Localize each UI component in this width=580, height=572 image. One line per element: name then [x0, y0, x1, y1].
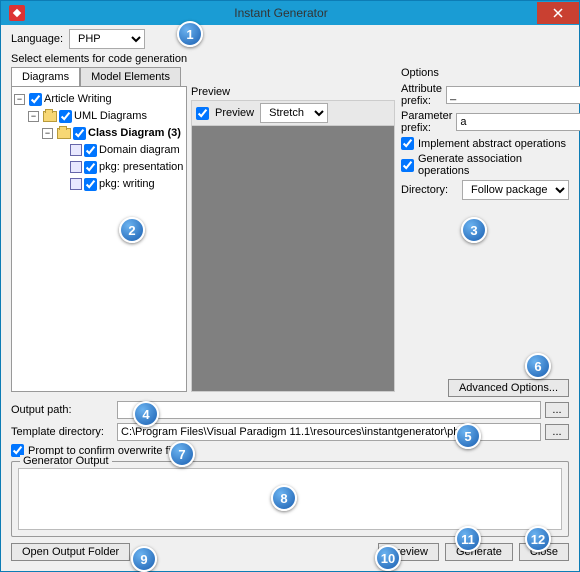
generator-output-group: Generator Output	[11, 461, 569, 537]
app-icon	[9, 5, 25, 21]
output-path-label: Output path:	[11, 404, 113, 416]
language-select[interactable]: PHP	[69, 29, 145, 49]
tree-label: UML Diagrams	[74, 108, 147, 124]
close-icon	[553, 8, 563, 18]
directory-select[interactable]: Follow package	[462, 180, 569, 200]
generator-output-label: Generator Output	[20, 455, 112, 467]
output-path-browse-button[interactable]: ...	[545, 402, 569, 418]
advanced-options-button[interactable]: Advanced Options...	[448, 379, 569, 397]
tree-expander[interactable]: −	[42, 128, 53, 139]
tree-check-writing[interactable]	[84, 178, 97, 191]
output-path-input[interactable]	[117, 401, 541, 419]
window-close-button[interactable]	[537, 2, 579, 24]
tree-label: Article Writing	[44, 91, 112, 107]
generate-button[interactable]: Generate	[445, 543, 513, 561]
language-label: Language:	[11, 33, 63, 45]
tree-expander[interactable]: −	[28, 111, 39, 122]
element-tabs: Diagrams Model Elements	[11, 67, 395, 86]
gen-assoc-check[interactable]	[401, 159, 414, 172]
tree-check-uml[interactable]	[59, 110, 72, 123]
tree-check-domain[interactable]	[84, 144, 97, 157]
open-output-folder-button[interactable]: Open Output Folder	[11, 543, 130, 561]
tab-model-elements[interactable]: Model Elements	[80, 67, 181, 86]
template-dir-label: Template directory:	[11, 426, 113, 438]
tree-label: Domain diagram	[99, 142, 180, 158]
attr-prefix-input[interactable]	[446, 86, 580, 104]
tree-label: pkg: writing	[99, 176, 155, 192]
tree-check-class[interactable]	[73, 127, 86, 140]
gen-assoc-label: Generate association operations	[418, 153, 569, 177]
preview-checkbox[interactable]	[196, 107, 209, 120]
generator-output-area	[18, 468, 562, 530]
template-dir-browse-button[interactable]: ...	[545, 424, 569, 440]
folder-icon	[43, 111, 57, 122]
preview-stretch-select[interactable]: Stretch	[260, 103, 328, 123]
tab-diagrams[interactable]: Diagrams	[11, 67, 80, 86]
directory-label: Directory:	[401, 184, 458, 196]
instant-generator-window: Instant Generator Language: PHP Select e…	[0, 0, 580, 572]
preview-button[interactable]: Preview	[378, 543, 439, 561]
tree-check-article[interactable]	[29, 93, 42, 106]
tree-label: pkg: presentation	[99, 159, 183, 175]
param-prefix-input[interactable]	[456, 113, 580, 131]
options-header: Options	[401, 67, 569, 79]
diagram-icon	[70, 178, 82, 190]
preview-checkbox-label: Preview	[215, 107, 254, 119]
select-elements-label: Select elements for code generation	[11, 53, 569, 65]
close-button[interactable]: Close	[519, 543, 569, 561]
preview-label: Preview	[191, 86, 395, 98]
template-dir-input[interactable]	[117, 423, 541, 441]
tree-expander[interactable]: −	[14, 94, 25, 105]
tree-check-presentation[interactable]	[84, 161, 97, 174]
diagram-tree[interactable]: −Article Writing −UML Diagrams −Class Di…	[11, 86, 187, 392]
attr-prefix-label: Attribute prefix:	[401, 83, 442, 107]
impl-abstract-label: Implement abstract operations	[418, 138, 566, 150]
preview-area	[191, 125, 395, 392]
diagram-icon	[70, 161, 82, 173]
options-panel: Options Attribute prefix: Parameter pref…	[401, 67, 569, 203]
title-bar: Instant Generator	[1, 1, 579, 25]
diagram-icon	[70, 144, 82, 156]
window-title: Instant Generator	[25, 6, 537, 20]
folder-icon	[57, 128, 71, 139]
impl-abstract-check[interactable]	[401, 137, 414, 150]
param-prefix-label: Parameter prefix:	[401, 110, 452, 134]
tree-label: Class Diagram (3)	[88, 125, 181, 141]
preview-toolbar: Preview Stretch	[191, 100, 395, 125]
